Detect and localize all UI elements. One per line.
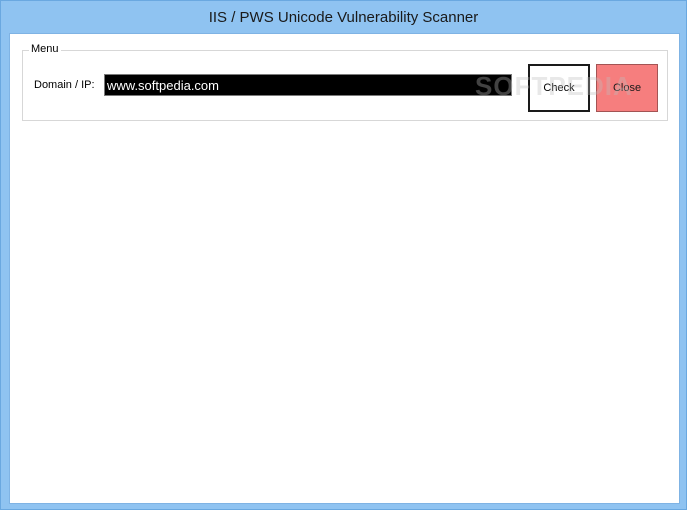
domain-label: Domain / IP: xyxy=(34,79,95,91)
title-bar[interactable]: IIS / PWS Unicode Vulnerability Scanner xyxy=(1,1,686,33)
window-title: IIS / PWS Unicode Vulnerability Scanner xyxy=(208,8,479,26)
client-area: Menu Domain / IP: Check Close xyxy=(9,33,680,504)
close-button[interactable]: Close xyxy=(596,64,658,112)
check-button[interactable]: Check xyxy=(528,64,590,112)
menu-legend: Menu xyxy=(29,43,61,55)
domain-input[interactable] xyxy=(104,74,512,96)
menu-groupbox: Menu Domain / IP: Check Close xyxy=(22,43,668,121)
app-window: IIS / PWS Unicode Vulnerability Scanner … xyxy=(0,0,687,510)
